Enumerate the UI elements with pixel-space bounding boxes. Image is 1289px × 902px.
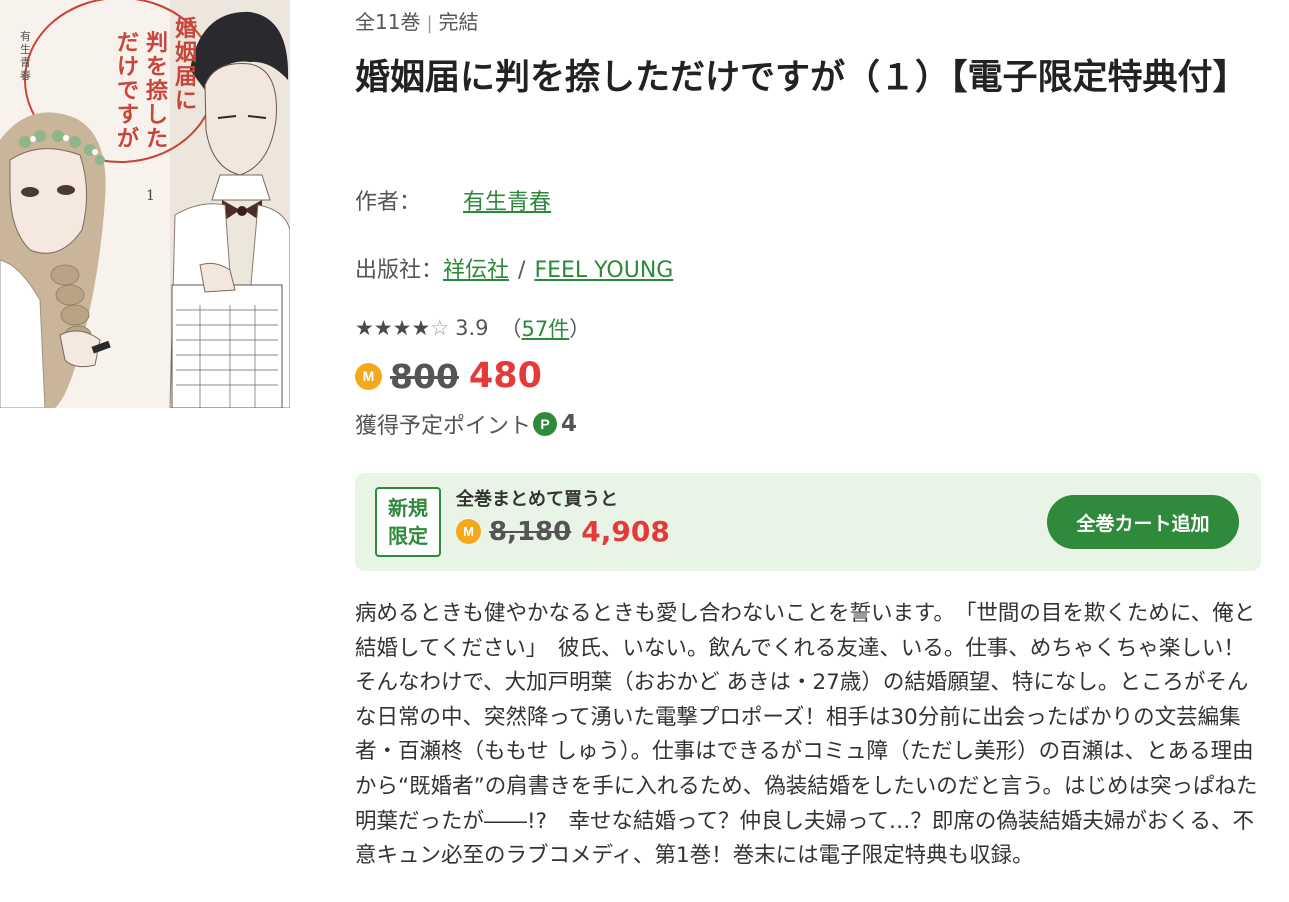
- series-meta: 全11巻 | 完結: [355, 6, 479, 35]
- star-filled-icon: ★: [373, 316, 393, 340]
- divider: |: [426, 13, 433, 34]
- svg-text:に: に: [175, 88, 197, 114]
- svg-text:け: け: [117, 54, 139, 80]
- svg-text:す: す: [117, 102, 139, 128]
- review-open-paren: （: [500, 317, 522, 341]
- star-filled-icon: ★: [355, 316, 374, 340]
- bundle-offer-box: 新規 限定 全巻まとめて買うと M 8,180 4,908 全巻カート追加: [355, 473, 1261, 571]
- author-row: 作者： 有生青春: [355, 184, 551, 216]
- rating-score: 3.9: [455, 316, 489, 340]
- point-icon: P: [533, 412, 558, 436]
- svg-text:春: 春: [20, 69, 31, 82]
- new-limited-badge: 新規 限定: [375, 487, 441, 557]
- author-link[interactable]: 有生青春: [463, 190, 551, 215]
- coin-icon: M: [355, 362, 382, 390]
- rating-row: ★ ★ ★ ★ ☆ 3.9 （57件）: [355, 313, 590, 343]
- author-label: 作者：: [355, 190, 422, 215]
- star-filled-icon: ★: [392, 316, 412, 340]
- svg-text:を: を: [146, 54, 168, 80]
- publisher-row: 出版社：祥伝社 / FEEL YOUNG: [355, 252, 673, 284]
- book-description: 病めるときも健やかなるときも愛し合わないことを誓います。 「世間の目を欺くために…: [355, 601, 1258, 869]
- svg-text:だ: だ: [117, 30, 139, 56]
- svg-text:判: 判: [146, 30, 168, 56]
- star-empty-icon: ☆: [430, 316, 450, 340]
- cover-illustration: 婚姻届に 判を捺した だけですが 有生青春 1: [0, 0, 290, 408]
- coin-icon: M: [456, 519, 481, 544]
- sale-price: 480: [468, 356, 542, 396]
- publisher-link[interactable]: 祥伝社: [443, 258, 509, 283]
- svg-text:た: た: [146, 126, 168, 152]
- label-link[interactable]: FEEL YOUNG: [534, 258, 673, 283]
- points-row: 獲得予定ポイント P 4: [355, 408, 577, 440]
- svg-text:届: 届: [175, 64, 197, 90]
- publisher-label: 出版社：: [355, 258, 444, 283]
- original-price: 800: [390, 356, 459, 396]
- svg-text:が: が: [117, 126, 139, 152]
- badge-line-2: 限定: [388, 524, 428, 548]
- star-rating: ★ ★ ★ ★ ☆: [355, 316, 449, 340]
- svg-text:で: で: [117, 78, 139, 104]
- svg-text:姻: 姻: [175, 40, 197, 66]
- price-row: M 800 480: [355, 356, 542, 396]
- volume-count: 全11巻: [355, 10, 421, 34]
- book-cover-image[interactable]: 婚姻届に 判を捺した だけですが 有生青春 1: [0, 0, 290, 408]
- bundle-label: 全巻まとめて買うと: [456, 489, 618, 510]
- svg-text:婚: 婚: [175, 16, 197, 42]
- svg-text:有: 有: [20, 29, 31, 43]
- bundle-sale-price: 4,908: [581, 515, 670, 548]
- add-all-to-cart-button[interactable]: 全巻カート追加: [1047, 495, 1239, 549]
- star-filled-icon: ★: [411, 316, 431, 340]
- review-count-link[interactable]: 57件: [522, 313, 570, 343]
- svg-text:青: 青: [20, 56, 31, 69]
- publisher-separator: /: [518, 258, 526, 283]
- svg-text:生: 生: [20, 42, 31, 56]
- svg-text:し: し: [146, 102, 168, 128]
- svg-text:1: 1: [146, 188, 155, 204]
- review-close-paren: ）: [569, 317, 591, 341]
- book-title: 婚姻届に判を捺しただけですが（１）【電子限定特典付】: [355, 58, 1248, 98]
- svg-text:捺: 捺: [146, 78, 169, 104]
- bundle-price-row: M 8,180 4,908: [456, 515, 670, 548]
- points-label: 獲得予定ポイント: [355, 414, 532, 439]
- series-status: 完結: [438, 10, 479, 34]
- points-value: 4: [561, 411, 578, 437]
- bundle-original-price: 8,180: [489, 516, 572, 547]
- badge-line-1: 新規: [388, 496, 428, 520]
